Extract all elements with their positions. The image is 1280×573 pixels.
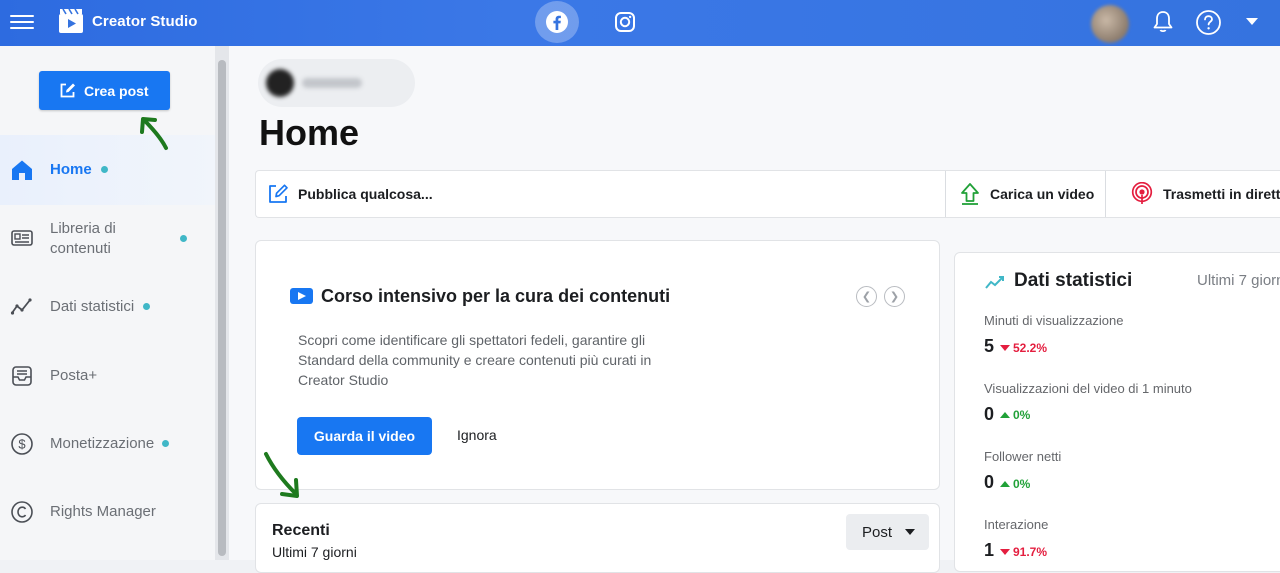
inbox-icon <box>10 364 34 388</box>
upload-icon <box>961 183 979 205</box>
video-icon <box>290 288 313 304</box>
sidebar-item-insights[interactable]: Dati statistici <box>0 283 215 331</box>
insights-icon <box>10 295 34 319</box>
facebook-tab[interactable] <box>535 1 579 43</box>
publish-post-button[interactable]: Pubblica qualcosa... <box>267 171 433 217</box>
insights-title: Dati statistici <box>1014 270 1133 291</box>
metric-change: 52.2% <box>1000 341 1047 355</box>
facebook-icon <box>546 11 568 33</box>
course-description: Scopri come identificare gli spettatori … <box>298 332 652 388</box>
publish-bar: Pubblica qualcosa... Carica un video Tra… <box>255 170 1280 218</box>
live-icon <box>1131 182 1153 204</box>
instagram-tab[interactable] <box>612 9 638 35</box>
go-live-label: Trasmetti in diretta <box>1163 186 1280 202</box>
menu-icon[interactable] <box>10 11 34 33</box>
top-bar: Creator Studio <box>0 0 1280 46</box>
chevron-right-icon: ❯ <box>889 291 900 303</box>
metric-change: 0% <box>1000 408 1030 422</box>
scrollbar-thumb[interactable] <box>218 60 226 556</box>
content-library-icon <box>10 226 34 250</box>
instagram-icon <box>615 12 635 32</box>
metric-value: 1 <box>984 540 995 560</box>
bell-icon[interactable] <box>1150 9 1176 35</box>
page-title: Home <box>259 112 360 153</box>
chevron-down-icon <box>905 529 915 535</box>
notification-dot <box>143 303 150 310</box>
recent-card <box>255 503 940 573</box>
svg-text:$: $ <box>18 437 26 452</box>
sidebar-scrollbar[interactable] <box>215 46 229 560</box>
sidebar-item-label: Posta+ <box>50 367 98 384</box>
copyright-icon <box>10 500 34 524</box>
account-selector[interactable] <box>258 59 415 107</box>
metric-label: Interazione <box>984 517 1049 532</box>
dollar-icon: $ <box>10 432 34 456</box>
sidebar-item-monetization[interactable]: $ Monetizzazione <box>0 420 215 468</box>
divider <box>945 171 946 217</box>
notification-dot <box>162 440 169 447</box>
sidebar-item-rights-manager[interactable]: Rights Manager <box>0 488 215 536</box>
metric-value: 0 <box>984 472 995 492</box>
sidebar-item-home[interactable]: Home <box>0 135 215 205</box>
sidebar-item-content-library[interactable]: Libreria di contenuti <box>0 210 215 270</box>
post-type-dropdown[interactable]: Post <box>846 514 929 550</box>
sidebar-item-inbox[interactable]: Posta+ <box>0 352 215 400</box>
metric-label: Visualizzazioni del video di 1 minuto <box>984 381 1192 396</box>
create-post-button[interactable]: Crea post <box>39 71 170 110</box>
metric-value: 0 <box>984 404 995 424</box>
avatar[interactable] <box>1091 5 1129 43</box>
divider <box>1105 171 1106 217</box>
carousel-prev-button[interactable]: ❮ <box>856 286 877 307</box>
trend-down-icon <box>1000 549 1010 555</box>
recent-title: Recenti <box>272 522 330 539</box>
publish-post-label: Pubblica qualcosa... <box>298 186 433 202</box>
metric-change: 91.7% <box>1000 545 1047 559</box>
metric-change: 0% <box>1000 477 1030 491</box>
sidebar-item-label: Dati statistici <box>50 298 135 315</box>
account-avatar <box>266 69 294 97</box>
course-title: Corso intensivo per la cura dei contenut… <box>321 286 671 306</box>
watch-video-button[interactable]: Guarda il video <box>297 417 432 455</box>
upload-video-label: Carica un video <box>990 186 1095 202</box>
sidebar-item-label: Home <box>50 161 92 178</box>
edit-icon <box>60 83 75 98</box>
go-live-button[interactable]: Trasmetti in diretta <box>1130 171 1280 217</box>
notification-dot <box>101 166 108 173</box>
upload-video-button[interactable]: Carica un video <box>959 171 1094 217</box>
app-title: Creator Studio <box>92 13 198 30</box>
metric-label: Follower netti <box>984 449 1062 464</box>
sidebar-item-label: Rights Manager <box>50 503 156 520</box>
chevron-down-icon[interactable] <box>1246 18 1258 25</box>
creator-studio-logo-icon[interactable] <box>58 8 84 34</box>
notification-dot <box>180 235 187 242</box>
trend-up-icon <box>1000 481 1010 487</box>
sidebar-item-label: Monetizzazione <box>50 435 155 452</box>
carousel-next-button[interactable]: ❯ <box>884 286 905 307</box>
trend-down-icon <box>1000 345 1010 351</box>
recent-subtitle: Ultimi 7 giorni <box>272 544 357 560</box>
sidebar-item-label: Libreria di contenuti <box>50 220 116 257</box>
post-type-value: Post <box>862 523 893 541</box>
chevron-left-icon: ❮ <box>861 291 872 303</box>
home-icon <box>10 158 34 182</box>
metric-value: 5 <box>984 336 995 356</box>
create-post-label: Crea post <box>84 82 149 99</box>
help-icon[interactable] <box>1195 9 1222 36</box>
insights-range[interactable]: Ultimi 7 giorni <box>1197 272 1280 289</box>
ignore-button[interactable]: Ignora <box>457 427 497 443</box>
edit-icon <box>269 184 288 203</box>
account-name-redacted <box>302 78 362 88</box>
insights-icon <box>985 276 1004 289</box>
trend-up-icon <box>1000 412 1010 418</box>
metric-label: Minuti di visualizzazione <box>984 313 1124 328</box>
